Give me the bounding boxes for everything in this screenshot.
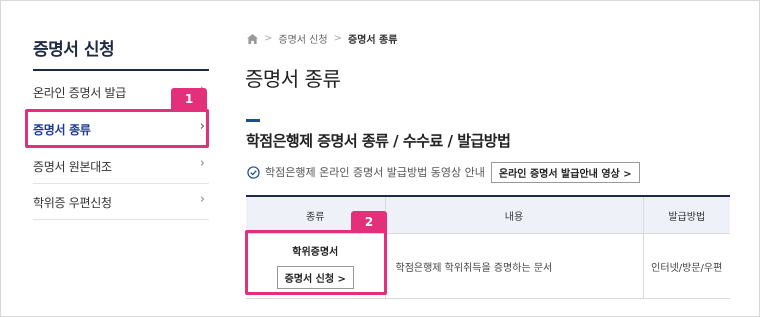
video-guide-line: 학점은행제 온라인 증명서 발급방법 동영상 안내 온라인 증명서 발급안내 영… <box>247 161 640 183</box>
chevron-right-icon: > <box>333 33 342 44</box>
check-circle-icon <box>247 165 260 179</box>
sidebar-item-label: 온라인 증명서 발급 <box>33 86 126 100</box>
section-title: 학점은행제 증명서 종류 / 수수료 / 발급방법 <box>246 132 511 150</box>
step-badge-2: 2 <box>351 211 387 233</box>
chevron-right-icon: › <box>199 156 205 171</box>
sidebar-divider <box>33 69 209 71</box>
chevron-right-icon: › <box>199 119 205 134</box>
sidebar-title: 증명서 신청 <box>33 40 115 60</box>
page-title: 증명서 종류 <box>245 67 341 91</box>
cell-doc-type: 학위증명서 증명서 신청 > <box>246 233 385 299</box>
apply-certificate-button[interactable]: 증명서 신청 > <box>276 266 354 289</box>
cell-method: 인터넷/방문/우편 <box>642 233 730 299</box>
chevron-right-icon: › <box>199 192 205 207</box>
home-icon[interactable] <box>247 33 258 44</box>
table-row: 학위증명서 증명서 신청 > 학점은행제 학위취득을 증명하는 문서 인터넷/방… <box>246 233 730 299</box>
certificate-table: 종류 내용 발급방법 학위증명서 증명서 신청 > 학점은행제 학위취득을 증명… <box>246 195 730 299</box>
sidebar-item-diploma-mail[interactable]: 학위증 우편신청 › <box>33 183 209 220</box>
sidebar-item-original-verify[interactable]: 증명서 원본대조 › <box>33 147 209 184</box>
step-badge-1: 1 <box>171 88 207 110</box>
page-frame: 증명서 신청 온라인 증명서 발급 › 증명서 종류 › 증명서 원본대조 › … <box>0 0 760 317</box>
video-guide-text: 학점은행제 온라인 증명서 발급방법 동영상 안내 <box>265 166 485 179</box>
chevron-right-icon: > <box>264 33 273 44</box>
sidebar-item-certificate-types[interactable]: 증명서 종류 › <box>33 110 209 147</box>
section-accent-bar <box>246 119 260 122</box>
video-guide-button[interactable]: 온라인 증명서 발급안내 영상 > <box>490 161 640 183</box>
table-header-row: 종류 내용 발급방법 <box>246 195 730 234</box>
column-header: 발급방법 <box>642 195 730 234</box>
column-header: 내용 <box>384 195 643 234</box>
breadcrumb-current: 증명서 종류 <box>347 35 398 46</box>
sidebar-item-label: 학위증 우편신청 <box>33 196 112 210</box>
cell-description: 학점은행제 학위취득을 증명하는 문서 <box>384 233 643 299</box>
breadcrumb-item[interactable]: 증명서 신청 <box>278 31 327 46</box>
sidebar-item-label: 증명서 원본대조 <box>33 160 112 174</box>
breadcrumb: > 증명서 신청 > 증명서 종류 <box>247 31 397 46</box>
doc-name: 학위증명서 <box>292 247 339 258</box>
sidebar-item-label: 증명서 종류 <box>33 123 91 137</box>
